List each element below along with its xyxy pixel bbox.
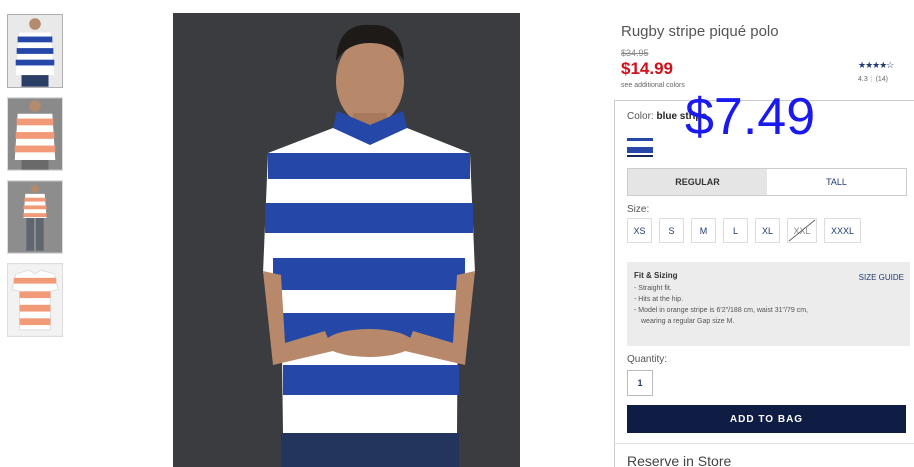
reserve-in-store-heading[interactable]: Reserve in Store (627, 453, 731, 467)
orange-stripe-full-body-image (8, 181, 62, 253)
rating-value: 4.3 (858, 76, 868, 83)
orange-stripe-model-image (8, 98, 62, 170)
original-price: $34.95 (621, 48, 649, 58)
product-page: Rugby stripe piqué polo $34.95 $14.99 se… (0, 0, 914, 467)
thumb-blue-stripe-front[interactable] (7, 14, 63, 88)
sale-price: $14.99 (621, 59, 673, 78)
add-to-bag-button[interactable]: ADD TO BAG (627, 405, 906, 433)
thumb-orange-stripe-full[interactable] (7, 180, 63, 254)
fit-sizing-box: Fit & Sizing SIZE GUIDE - Straight fit. … (627, 262, 910, 346)
blue-stripe-shirt-image (8, 15, 62, 87)
divider (614, 443, 914, 444)
see-additional-colors-link[interactable]: see additional colors (621, 82, 685, 89)
product-info-panel: Rugby stripe piqué polo $34.95 $14.99 se… (614, 0, 914, 467)
overlay-price-annotation: $7.49 (685, 88, 816, 146)
size-guide-link[interactable]: SIZE GUIDE (859, 273, 904, 282)
size-s-button[interactable]: S (659, 218, 684, 243)
thumb-orange-stripe-flat[interactable] (7, 263, 63, 337)
rating-stars-icon[interactable]: ★★★★☆ (858, 60, 894, 71)
quantity-input[interactable]: 1 (627, 370, 653, 396)
tab-regular[interactable]: REGULAR (628, 169, 767, 195)
fit-note: - Hits at the hip. (634, 296, 684, 303)
thumbnail-strip (7, 14, 63, 346)
size-l-button[interactable]: L (723, 218, 748, 243)
review-count: (14) (875, 76, 889, 83)
rating-summary[interactable]: 4.3 | (14) (858, 76, 888, 83)
size-label: Size: (627, 204, 650, 215)
size-xxxl-button[interactable]: XXXL (824, 218, 861, 243)
product-title: Rugby stripe piqué polo (621, 23, 779, 40)
model-blue-stripe-polo-image (173, 13, 520, 467)
thumb-orange-stripe-model[interactable] (7, 97, 63, 171)
size-m-button[interactable]: M (691, 218, 716, 243)
size-xs-button[interactable]: XS (627, 218, 652, 243)
fit-note: - Model in orange stripe is 6'2"/188 cm,… (634, 307, 808, 314)
swatch-selected-indicator (627, 155, 653, 157)
size-xl-button[interactable]: XL (755, 218, 780, 243)
fit-note: wearing a regular Gap size M. (641, 318, 735, 325)
color-swatch-blue-stripe[interactable] (627, 138, 653, 157)
size-xxl-button-unavailable: XXL (787, 218, 817, 243)
unavailable-strike-icon (788, 219, 816, 242)
fit-notes: - Straight fit. - Hits at the hip. - Mod… (634, 283, 903, 327)
tab-tall[interactable]: TALL (767, 169, 906, 195)
product-main-image[interactable] (173, 13, 520, 467)
size-options: XS S M L XL XXL XXXL (627, 218, 861, 243)
fit-note: - Straight fit. (634, 285, 672, 292)
fit-tabs: REGULAR TALL (627, 168, 907, 196)
orange-stripe-flat-image (8, 264, 62, 336)
quantity-label: Quantity: (627, 354, 668, 365)
